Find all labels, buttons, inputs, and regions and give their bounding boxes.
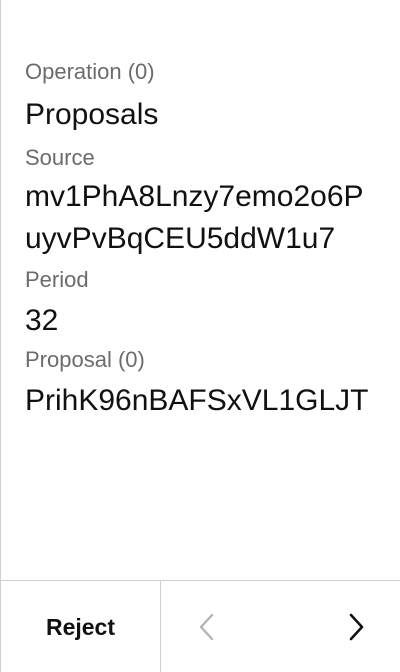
operation-field: Operation (0) Proposals — [25, 58, 377, 136]
action-footer: Reject — [1, 580, 400, 672]
source-field: Source mv1PhA8Lnzy7emo2o6PuyvPvBqCEU5ddW… — [25, 144, 377, 260]
reject-button[interactable]: Reject — [1, 581, 161, 672]
proposal-field: Proposal (0) PrihK96nBAFSxVL1GLJT — [25, 346, 377, 422]
next-button[interactable] — [338, 609, 374, 645]
pagination-controls — [161, 581, 400, 672]
review-screen: Operation (0) Proposals Source mv1PhA8Ln… — [0, 0, 400, 672]
operation-value: Proposals — [25, 98, 159, 131]
period-label: Period — [25, 267, 89, 292]
chevron-left-icon — [199, 613, 214, 641]
chevron-right-icon — [349, 613, 364, 641]
period-field: Period 32 — [25, 266, 377, 342]
proposal-label: Proposal (0) — [25, 347, 145, 372]
source-value: mv1PhA8Lnzy7emo2o6PuyvPvBqCEU5ddW1u7 — [25, 180, 364, 255]
operation-details: Operation (0) Proposals Source mv1PhA8Ln… — [25, 58, 377, 422]
previous-button[interactable] — [189, 609, 225, 645]
source-label: Source — [25, 145, 95, 170]
period-value: 32 — [25, 304, 59, 337]
proposal-value: PrihK96nBAFSxVL1GLJT — [25, 384, 369, 417]
operation-label: Operation (0) — [25, 59, 155, 84]
